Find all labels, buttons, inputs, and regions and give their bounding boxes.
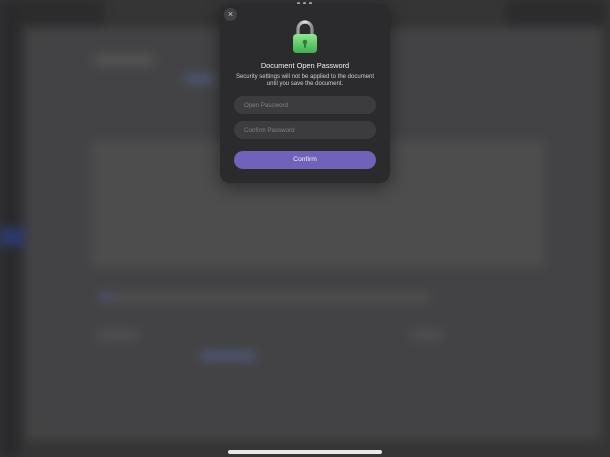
- close-button[interactable]: ×: [224, 8, 237, 21]
- dialog-title: Document Open Password: [260, 61, 350, 70]
- confirm-button[interactable]: Confirm: [234, 151, 376, 169]
- dialog-description: Security settings will not be applied to…: [235, 74, 375, 88]
- close-icon: ×: [227, 9, 234, 19]
- home-indicator[interactable]: [228, 450, 382, 454]
- confirm-password-input[interactable]: [234, 121, 376, 139]
- open-password-input[interactable]: [234, 96, 376, 114]
- lock-icon: [293, 20, 317, 53]
- document-open-password-dialog: × Document Open Password Security settin…: [220, 4, 390, 183]
